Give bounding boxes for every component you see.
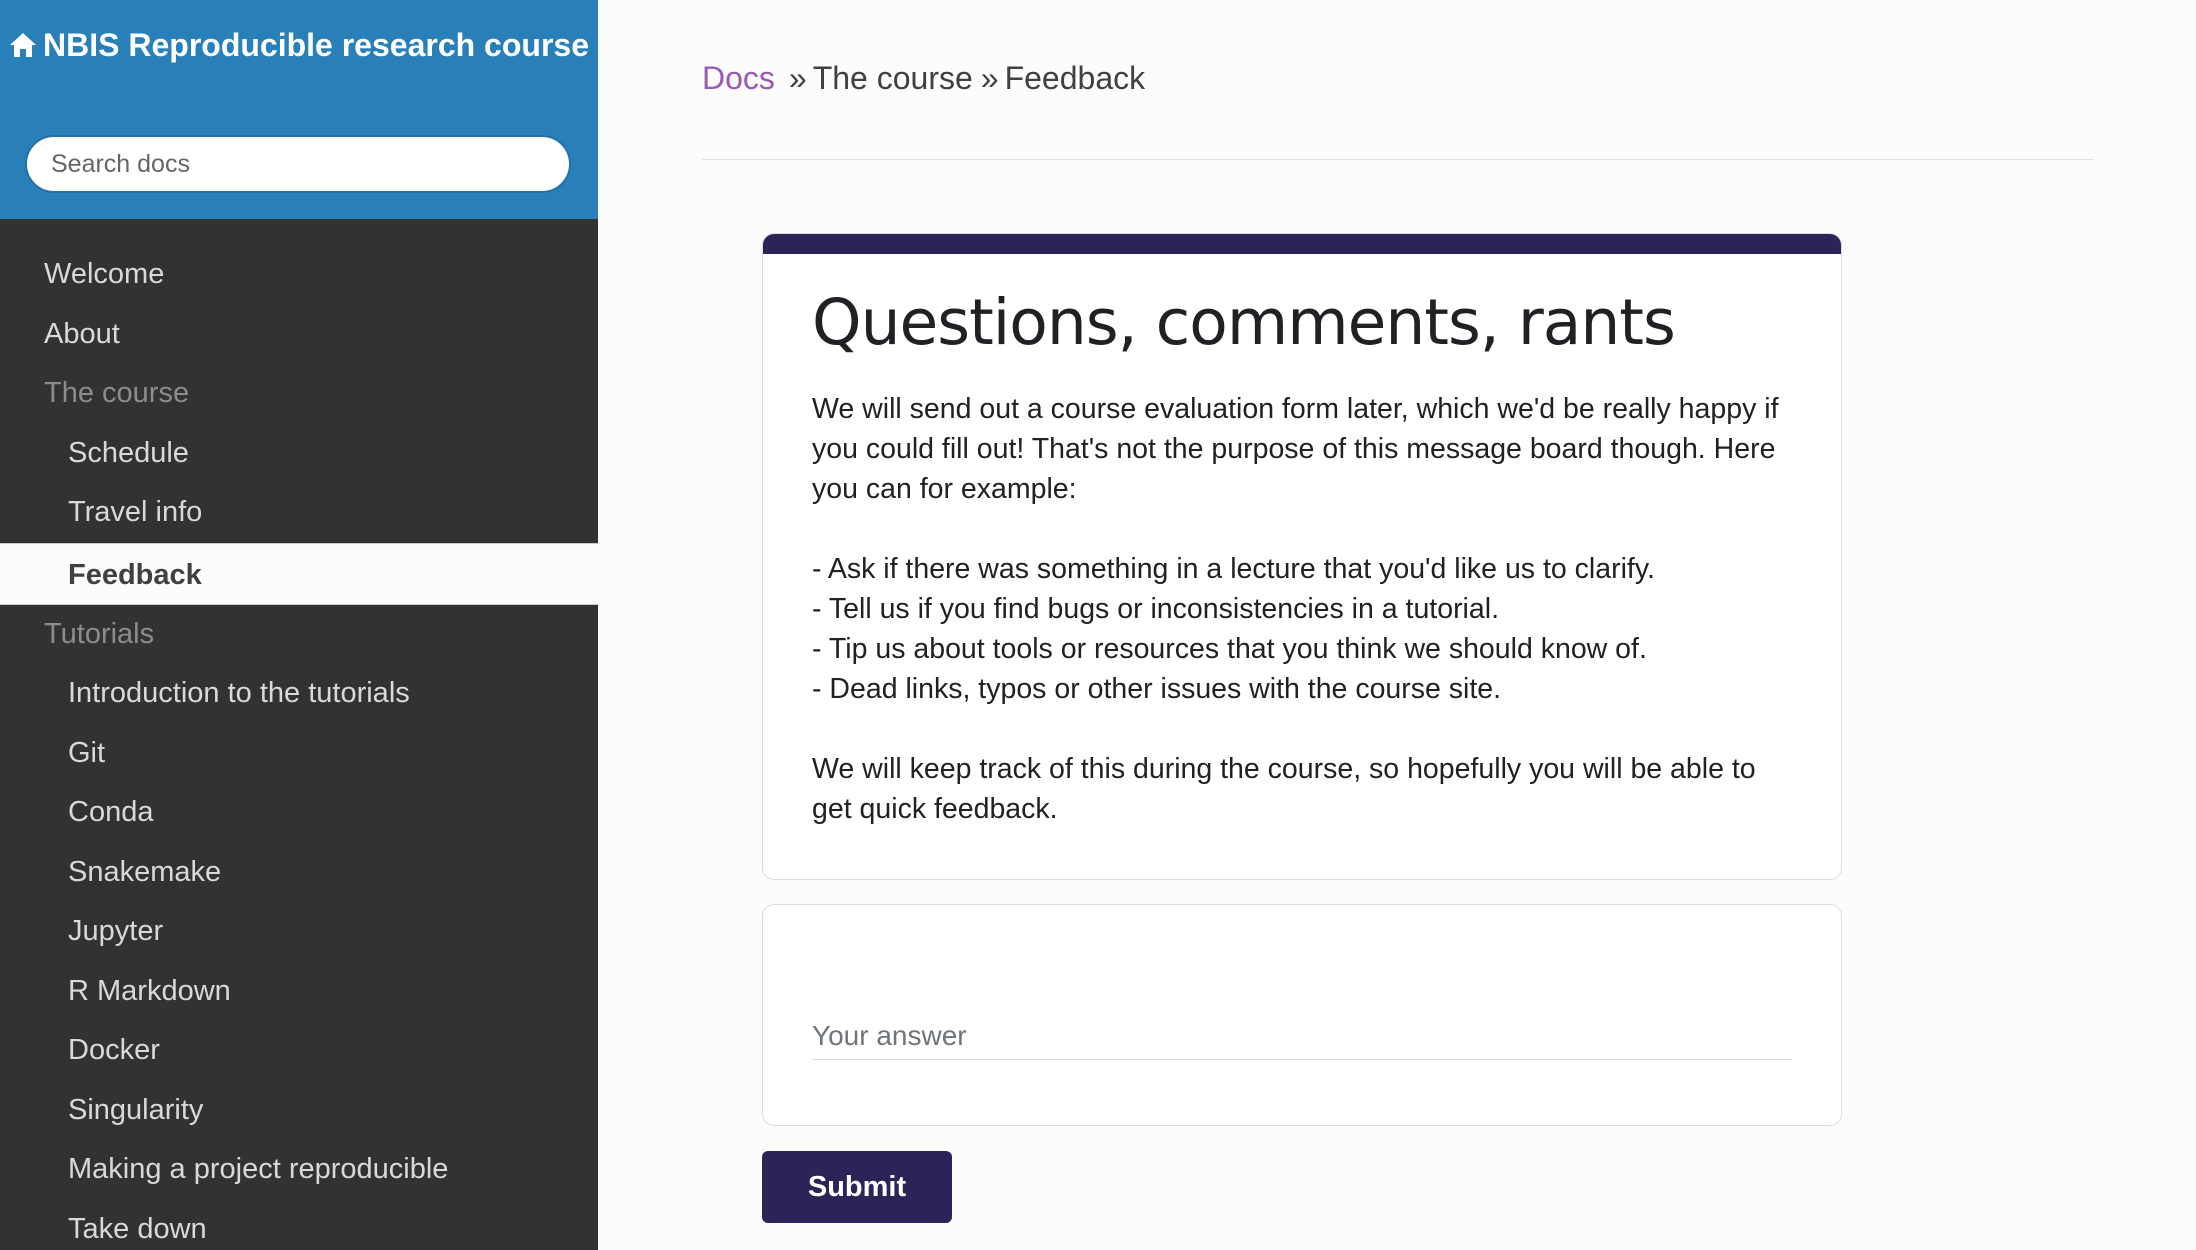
sidebar-nav: Welcome About The course Schedule Travel inf… — [0, 245, 598, 1250]
sidebar-item-conda[interactable]: Conda — [0, 783, 598, 843]
sidebar-item-welcome[interactable]: Welcome — [0, 245, 598, 305]
breadcrumb-section: The course — [812, 60, 973, 96]
sidebar-item-take-down[interactable]: Take down — [0, 1200, 598, 1250]
header-divider — [702, 159, 2094, 160]
sidebar-item-about[interactable]: About — [0, 305, 598, 365]
sidebar-item-singularity[interactable]: Singularity — [0, 1081, 598, 1141]
sidebar-caption-the-course: The course — [44, 377, 190, 409]
sidebar-item-docker[interactable]: Docker — [0, 1021, 598, 1081]
sidebar-item-git[interactable]: Git — [0, 724, 598, 784]
sidebar-item-snakemake[interactable]: Snakemake — [0, 843, 598, 903]
submit-button[interactable]: Submit — [762, 1151, 952, 1223]
sidebar-item-making-a-project-reproducible[interactable]: Making a project reproducible — [0, 1140, 598, 1200]
sidebar-header: NBIS Reproducible research course — [0, 0, 598, 219]
breadcrumb-separator: » — [788, 60, 807, 96]
sidebar: NBIS Reproducible research course Welcom… — [0, 0, 598, 1250]
breadcrumb: Docs» The course» Feedback — [702, 60, 1145, 97]
form-title: Questions, comments, rants — [812, 286, 1676, 359]
site-title-link[interactable]: NBIS Reproducible research course — [0, 28, 598, 64]
form-header-card: Questions, comments, rants We will send … — [762, 233, 1842, 880]
site-title-text: NBIS Reproducible research course — [43, 27, 589, 63]
form-accent-bar — [763, 234, 1841, 254]
answer-input[interactable] — [812, 1012, 1792, 1060]
sidebar-caption-tutorials: Tutorials — [44, 617, 155, 650]
breadcrumb-separator: » — [980, 60, 999, 96]
sidebar-item-schedule[interactable]: Schedule — [0, 424, 598, 484]
sidebar-item-r-markdown[interactable]: R Markdown — [0, 962, 598, 1022]
search-input[interactable] — [25, 135, 571, 193]
sidebar-item-feedback[interactable]: Feedback — [0, 542, 598, 605]
sidebar-item-travel-info[interactable]: Travel info — [0, 483, 598, 543]
home-icon — [9, 30, 37, 64]
breadcrumb-current-page: Feedback — [1004, 60, 1146, 96]
sidebar-item-introduction-to-the-tutorials[interactable]: Introduction to the tutorials — [0, 664, 598, 724]
form-description: We will send out a course evaluation for… — [812, 393, 1779, 825]
answer-card — [762, 904, 1842, 1126]
sidebar-item-jupyter[interactable]: Jupyter — [0, 902, 598, 962]
breadcrumb-docs-link[interactable]: Docs — [702, 60, 775, 96]
